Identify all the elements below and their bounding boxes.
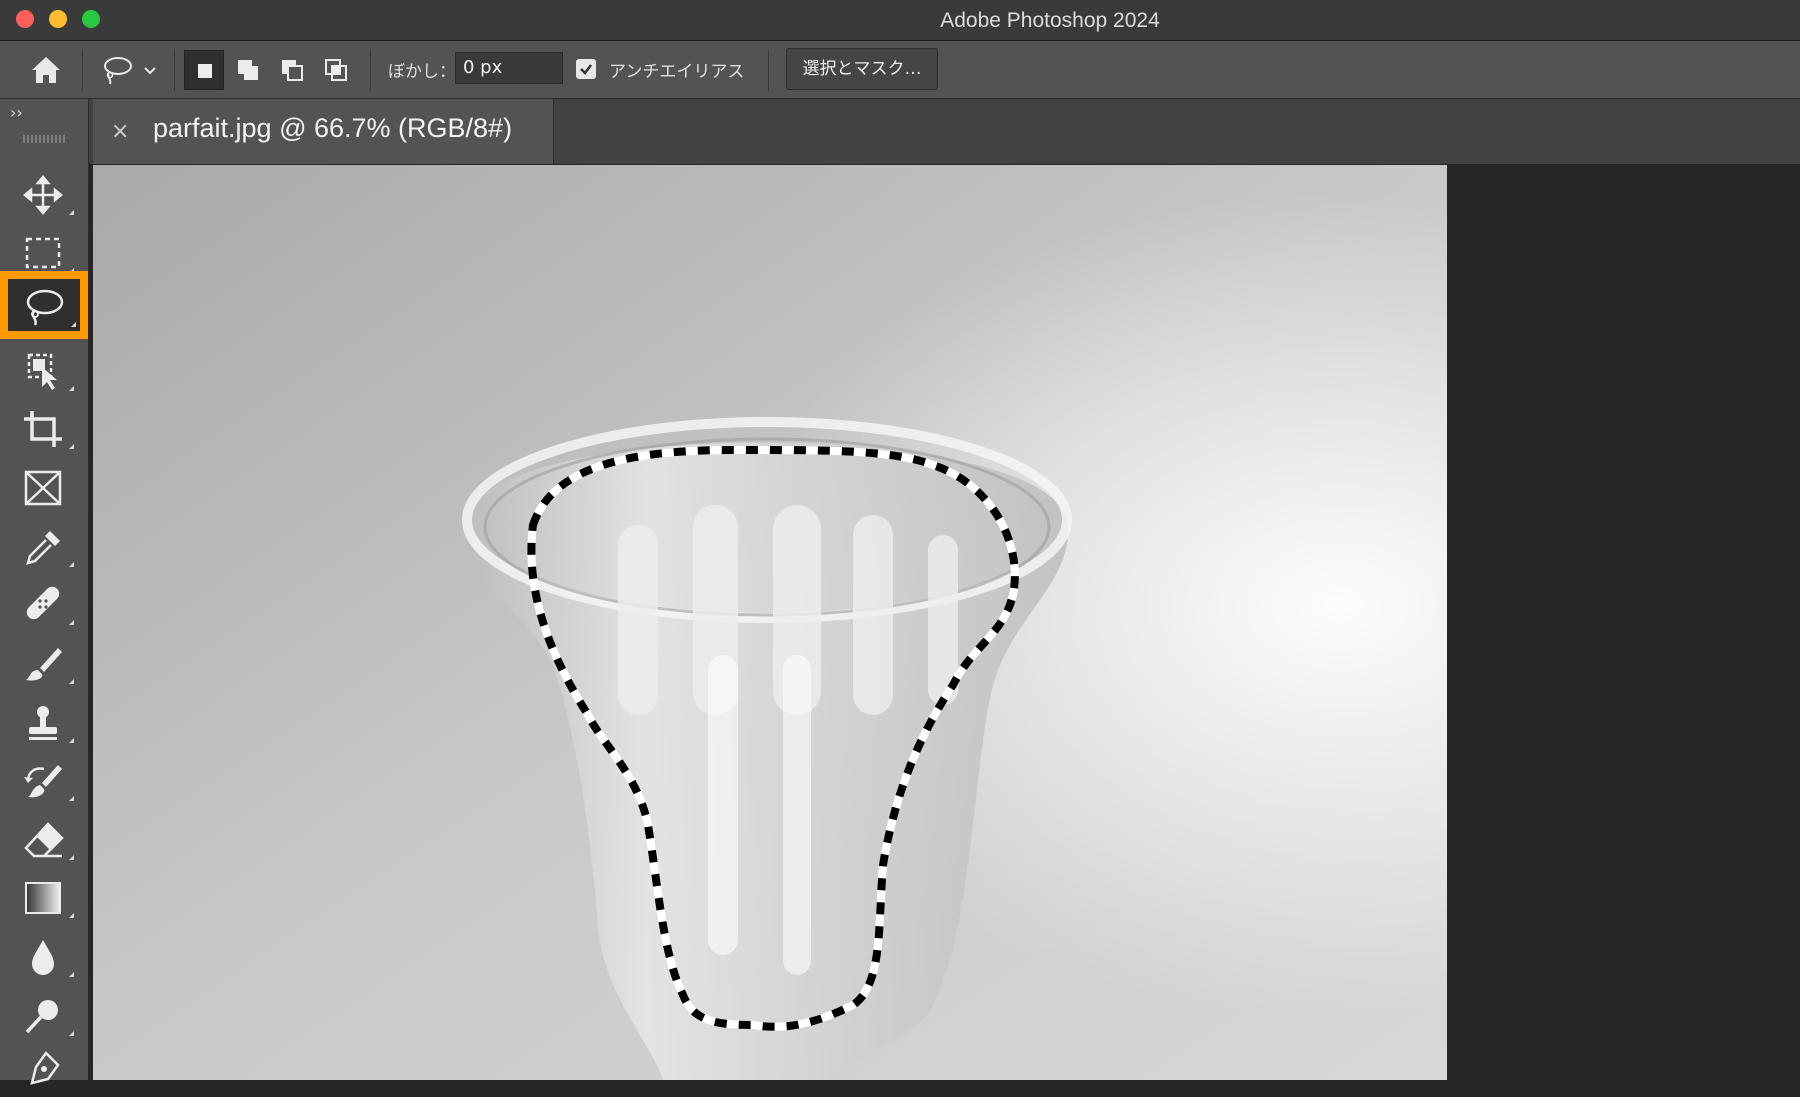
brush-icon <box>26 648 62 681</box>
document-canvas[interactable] <box>93 165 1447 1080</box>
antialias-label: アンチエイリアス <box>609 62 745 82</box>
select-and-mask-button[interactable]: 選択とマスク… <box>786 48 938 90</box>
lasso-tool[interactable] <box>0 271 88 339</box>
add-selection-icon <box>238 60 258 80</box>
document-tab-bar: × parfait.jpg @ 66.7% (RGB/8#) <box>89 99 1800 164</box>
new-selection-icon <box>198 64 212 78</box>
add-to-selection-button[interactable] <box>228 50 268 90</box>
gradient-icon <box>25 882 61 914</box>
home-button[interactable] <box>28 53 64 87</box>
lasso-tool-icon <box>26 289 64 326</box>
feather-input[interactable]: 0 px <box>455 52 563 84</box>
checkmark-icon <box>580 64 592 75</box>
frame-icon <box>24 470 62 506</box>
bandage-icon <box>26 586 60 620</box>
object-selection-icon <box>27 353 57 390</box>
intersect-selection-icon <box>325 59 347 81</box>
dodge-tool[interactable] <box>8 988 80 1044</box>
eraser-icon <box>24 822 64 858</box>
eyedropper-tool[interactable] <box>8 519 80 575</box>
app-title: Adobe Photoshop 2024 <box>940 9 1160 32</box>
brush-tool[interactable] <box>8 636 80 692</box>
home-icon <box>32 57 60 83</box>
gradient-tool[interactable] <box>8 870 80 926</box>
marquee-icon <box>25 237 61 269</box>
move-tool[interactable] <box>8 167 80 223</box>
toolbox: ›› <box>0 99 89 1085</box>
tool-preset-picker[interactable] <box>100 53 166 87</box>
eyedropper-icon <box>26 531 60 565</box>
new-selection-button[interactable] <box>184 50 224 90</box>
crop-icon <box>24 411 62 447</box>
pen-tool[interactable] <box>8 1041 80 1097</box>
subtract-selection-icon <box>282 60 303 81</box>
crop-tool[interactable] <box>8 401 80 457</box>
pen-icon <box>30 1051 60 1085</box>
document-tab-title: parfait.jpg @ 66.7% (RGB/8#) <box>153 113 513 143</box>
feather-label: ぼかし： <box>388 62 456 82</box>
separator <box>768 49 769 91</box>
document-tab[interactable]: × parfait.jpg @ 66.7% (RGB/8#) <box>93 99 554 164</box>
spot-healing-brush-tool[interactable] <box>8 577 80 633</box>
subtract-from-selection-button[interactable] <box>272 50 312 90</box>
selection-mode-group <box>184 50 358 90</box>
separator <box>174 49 175 91</box>
separator <box>370 49 371 91</box>
drag-grip-icon[interactable] <box>22 135 66 143</box>
move-icon <box>23 175 63 215</box>
antialias-checkbox[interactable] <box>576 59 596 79</box>
object-selection-tool[interactable] <box>8 343 80 399</box>
history-brush-tool[interactable] <box>8 753 80 809</box>
lasso-icon <box>104 57 156 85</box>
collapse-panel-icon[interactable]: ›› <box>10 103 23 122</box>
blur-tool[interactable] <box>8 929 80 985</box>
title-bar: Adobe Photoshop 2024 <box>0 0 1800 41</box>
intersect-selection-button[interactable] <box>316 50 356 90</box>
frame-tool[interactable] <box>8 460 80 516</box>
eraser-tool[interactable] <box>8 812 80 868</box>
history-brush-icon <box>24 765 62 798</box>
stamp-icon <box>29 706 57 740</box>
options-bar: ぼかし： 0 px アンチエイリアス 選択とマスク… <box>0 41 1800 99</box>
chevron-down-icon <box>144 67 156 75</box>
dodge-icon <box>25 1000 58 1034</box>
parfait-image <box>93 165 1447 1080</box>
drop-icon <box>32 940 54 975</box>
close-tab-icon[interactable]: × <box>111 119 129 144</box>
clone-stamp-tool[interactable] <box>8 695 80 751</box>
separator <box>82 49 83 91</box>
